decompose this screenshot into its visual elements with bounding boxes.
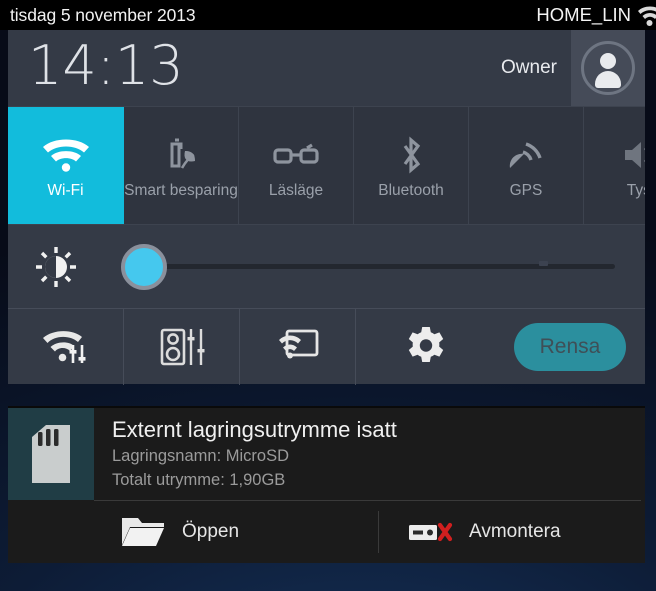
bluetooth-icon — [396, 132, 426, 178]
android-notification-shade: tisdag 5 november 2013 HOME_LIN 14:13 Ow… — [0, 0, 656, 591]
wifi-signal-icon — [636, 4, 656, 26]
tile-bluetooth[interactable]: Bluetooth — [354, 107, 469, 224]
clear-button-wrap: Rensa — [495, 322, 645, 371]
clock: 14:13 — [28, 34, 184, 97]
owner-area[interactable]: Owner — [501, 30, 645, 106]
shade-panel: 14:13 Owner Wi-Fi Smart besparing Läsläg… — [8, 30, 645, 385]
battery-leaf-icon — [161, 132, 201, 178]
status-bar: tisdag 5 november 2013 HOME_LIN — [0, 0, 656, 30]
status-bar-ssid: HOME_LIN — [536, 4, 631, 25]
clear-notifications-button[interactable]: Rensa — [514, 322, 626, 371]
screen-mirroring-icon — [277, 328, 319, 366]
tile-tyst[interactable]: Tyst — [584, 107, 645, 224]
quick-settings-tiles: Wi-Fi Smart besparing Läsläge Bluetooth … — [8, 106, 645, 224]
notification-action-unmount-label: Avmontera — [469, 521, 561, 542]
notification-actions: Öppen Avmontera — [8, 501, 645, 563]
owner-label: Owner — [501, 57, 557, 78]
mute-speaker-icon — [621, 132, 645, 178]
sound-settings-button[interactable] — [124, 308, 240, 385]
user-switch-button[interactable] — [571, 30, 645, 106]
folder-open-icon — [120, 514, 166, 550]
gps-satellite-icon — [506, 132, 546, 178]
shade-header: 14:13 Owner — [8, 30, 645, 106]
sd-card-icon — [8, 408, 94, 500]
tile-laslage[interactable]: Läsläge — [239, 107, 354, 224]
notification-line-1: Lagringsnamn: MicroSD — [112, 446, 289, 465]
brightness-thumb[interactable] — [121, 243, 167, 290]
brightness-track-notch — [539, 261, 548, 266]
notification-title: Externt lagringsutrymme isatt — [112, 417, 397, 442]
shade-action-row: Rensa — [8, 308, 645, 385]
tile-label-wifi: Wi-Fi — [47, 181, 84, 199]
brightness-slider[interactable] — [103, 243, 615, 290]
tile-label-smart-besparing: Smart besparing — [124, 181, 238, 199]
status-bar-right: HOME_LIN — [536, 4, 656, 26]
tile-gps[interactable]: GPS — [469, 107, 584, 224]
brightness-sun-icon[interactable] — [8, 245, 103, 289]
status-bar-date: tisdag 5 november 2013 — [10, 4, 196, 25]
notification-main[interactable]: Externt lagringsutrymme isatt Lagringsna… — [8, 408, 645, 500]
brightness-track — [125, 261, 615, 269]
notification-action-unmount[interactable]: Avmontera — [378, 511, 561, 553]
tile-smart-besparing[interactable]: Smart besparing — [124, 107, 239, 224]
notification-card[interactable]: Externt lagringsutrymme isatt Lagringsna… — [8, 406, 645, 563]
tile-label-bluetooth: Bluetooth — [378, 181, 444, 199]
wifi-settings-icon — [42, 328, 90, 366]
tile-wifi[interactable]: Wi-Fi — [8, 107, 124, 224]
user-avatar-icon — [581, 41, 635, 95]
settings-button[interactable] — [356, 325, 495, 369]
gear-icon — [404, 325, 448, 369]
wifi-settings-button[interactable] — [8, 308, 124, 385]
notification-line-2: Totalt utrymme: 1,90GB — [112, 471, 286, 490]
eject-usb-icon — [407, 519, 453, 545]
tile-label-laslage: Läsläge — [268, 181, 324, 199]
notification-action-open-label: Öppen — [182, 521, 240, 542]
screen-mirroring-button[interactable] — [240, 308, 356, 385]
brightness-row — [8, 224, 645, 308]
reading-glasses-icon — [273, 132, 319, 178]
tile-label-tyst: Tyst — [626, 181, 645, 199]
wifi-icon — [42, 132, 90, 178]
tile-label-gps: GPS — [509, 181, 543, 199]
notification-action-open[interactable]: Öppen — [8, 501, 378, 563]
sound-settings-icon — [158, 327, 206, 367]
notification-text: Externt lagringsutrymme isatt Lagringsna… — [94, 408, 397, 500]
